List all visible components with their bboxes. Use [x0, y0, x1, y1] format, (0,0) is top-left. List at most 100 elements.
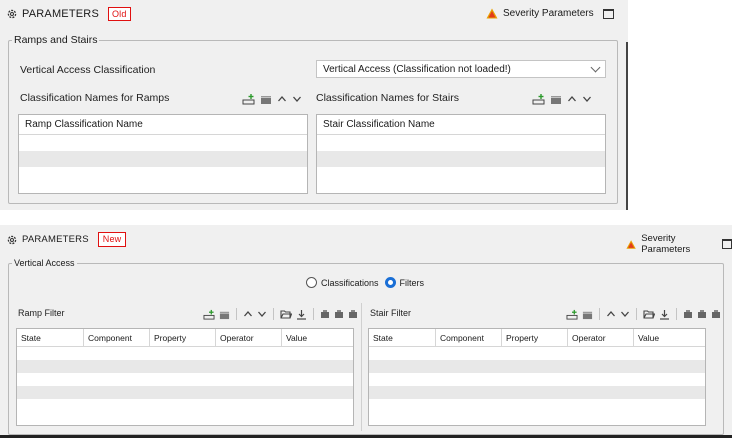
chevron-down-icon[interactable] [590, 62, 601, 72]
download-icon[interactable] [659, 309, 670, 320]
column-header-value[interactable]: Value [634, 329, 705, 346]
table-row[interactable] [369, 373, 705, 386]
column-header-property[interactable]: Property [150, 329, 216, 346]
add-row-icon[interactable] [532, 93, 545, 105]
component-icon[interactable] [711, 309, 721, 319]
old-header: PARAMETERS Old [6, 7, 131, 21]
radio-button[interactable] [306, 277, 317, 288]
add-row-icon[interactable] [242, 93, 255, 105]
radio-filters[interactable]: Filters [384, 277, 425, 288]
move-up-icon[interactable] [606, 309, 616, 319]
column-header-operator[interactable]: Operator [568, 329, 634, 346]
move-down-icon[interactable] [257, 309, 267, 319]
window-icon[interactable] [722, 239, 732, 249]
divider [361, 303, 362, 431]
delete-row-icon[interactable] [260, 93, 272, 105]
component-icon[interactable] [320, 309, 330, 319]
add-row-icon[interactable] [566, 309, 578, 320]
column-header-state[interactable]: State [17, 329, 84, 346]
gear-icon [7, 9, 17, 19]
radio-label: Classifications [321, 277, 379, 288]
mode-radio-group: Classifications Filters [306, 277, 424, 288]
table-header: Stair Classification Name [317, 115, 605, 135]
stairs-toolbar [532, 93, 592, 105]
table-row[interactable] [317, 167, 605, 183]
toolbar-separator [236, 308, 237, 320]
group-title: Ramps and Stairs [12, 34, 100, 46]
warning-icon [486, 8, 498, 19]
component-icon[interactable] [683, 309, 693, 319]
old-parameters-panel: PARAMETERS Old Severity Parameters Ramps… [0, 0, 628, 210]
table-header: State Component Property Operator Value [369, 329, 705, 347]
toolbar-separator [313, 308, 314, 320]
move-down-icon[interactable] [582, 94, 592, 104]
table-header: Ramp Classification Name [19, 115, 307, 135]
severity-parameters-label: Severity Parameters [503, 8, 594, 19]
version-tag: New [97, 232, 127, 247]
delete-row-icon[interactable] [582, 309, 593, 320]
table-row[interactable] [369, 347, 705, 360]
column-header-property[interactable]: Property [502, 329, 568, 346]
radio-classifications[interactable]: Classifications [306, 277, 379, 288]
vertical-access-select[interactable]: Vertical Access (Classification not load… [316, 60, 606, 78]
table-row[interactable] [369, 399, 705, 412]
ramp-filter-table[interactable]: State Component Property Operator Value [16, 328, 354, 426]
column-header-operator[interactable]: Operator [216, 329, 282, 346]
ramp-filter-toolbar [203, 308, 358, 320]
column-header[interactable]: Stair Classification Name [317, 115, 605, 134]
ramps-toolbar [242, 93, 302, 105]
window-icon[interactable] [602, 8, 614, 19]
component-icon[interactable] [348, 309, 358, 319]
new-header: PARAMETERS New [6, 232, 127, 247]
ramp-classification-table[interactable]: Ramp Classification Name [18, 114, 308, 194]
column-header-component[interactable]: Component [436, 329, 502, 346]
table-row[interactable] [17, 373, 353, 386]
stairs-label: Classification Names for Stairs [316, 92, 459, 104]
delete-row-icon[interactable] [219, 309, 230, 320]
stair-filter-toolbar [566, 308, 721, 320]
column-header-component[interactable]: Component [84, 329, 150, 346]
severity-parameters-button[interactable]: Severity Parameters [626, 233, 732, 255]
toolbar-separator [636, 308, 637, 320]
move-up-icon[interactable] [277, 94, 287, 104]
toolbar-separator [599, 308, 600, 320]
table-row[interactable] [17, 399, 353, 412]
table-row[interactable] [17, 347, 353, 360]
table-row[interactable] [19, 167, 307, 183]
table-row[interactable] [17, 386, 353, 399]
component-icon[interactable] [697, 309, 707, 319]
table-row[interactable] [369, 360, 705, 373]
open-folder-icon[interactable] [280, 309, 292, 319]
table-row[interactable] [19, 135, 307, 151]
column-header-value[interactable]: Value [282, 329, 353, 346]
radio-button-selected[interactable] [384, 277, 396, 288]
column-header[interactable]: Ramp Classification Name [19, 115, 307, 134]
severity-parameters-button[interactable]: Severity Parameters [486, 8, 614, 19]
radio-label: Filters [399, 277, 425, 288]
table-row[interactable] [17, 360, 353, 373]
delete-row-icon[interactable] [550, 93, 562, 105]
move-down-icon[interactable] [620, 309, 630, 319]
page-title: PARAMETERS [22, 234, 89, 245]
severity-parameters-label: Severity Parameters [641, 233, 691, 255]
component-icon[interactable] [334, 309, 344, 319]
table-row[interactable] [317, 135, 605, 151]
stair-filter-label: Stair Filter [370, 308, 412, 318]
table-row[interactable] [369, 386, 705, 399]
stair-classification-table[interactable]: Stair Classification Name [316, 114, 606, 194]
version-tag: Old [107, 7, 131, 21]
column-header-state[interactable]: State [369, 329, 436, 346]
table-row[interactable] [317, 151, 605, 167]
move-up-icon[interactable] [243, 309, 253, 319]
add-row-icon[interactable] [203, 309, 215, 320]
ramps-label: Classification Names for Ramps [20, 92, 170, 104]
download-icon[interactable] [296, 309, 307, 320]
table-header: State Component Property Operator Value [17, 329, 353, 347]
table-row[interactable] [19, 151, 307, 167]
ramp-filter-label: Ramp Filter [18, 308, 65, 318]
move-down-icon[interactable] [292, 94, 302, 104]
gear-icon [7, 235, 17, 244]
open-folder-icon[interactable] [643, 309, 655, 319]
move-up-icon[interactable] [567, 94, 577, 104]
stair-filter-table[interactable]: State Component Property Operator Value [368, 328, 706, 426]
